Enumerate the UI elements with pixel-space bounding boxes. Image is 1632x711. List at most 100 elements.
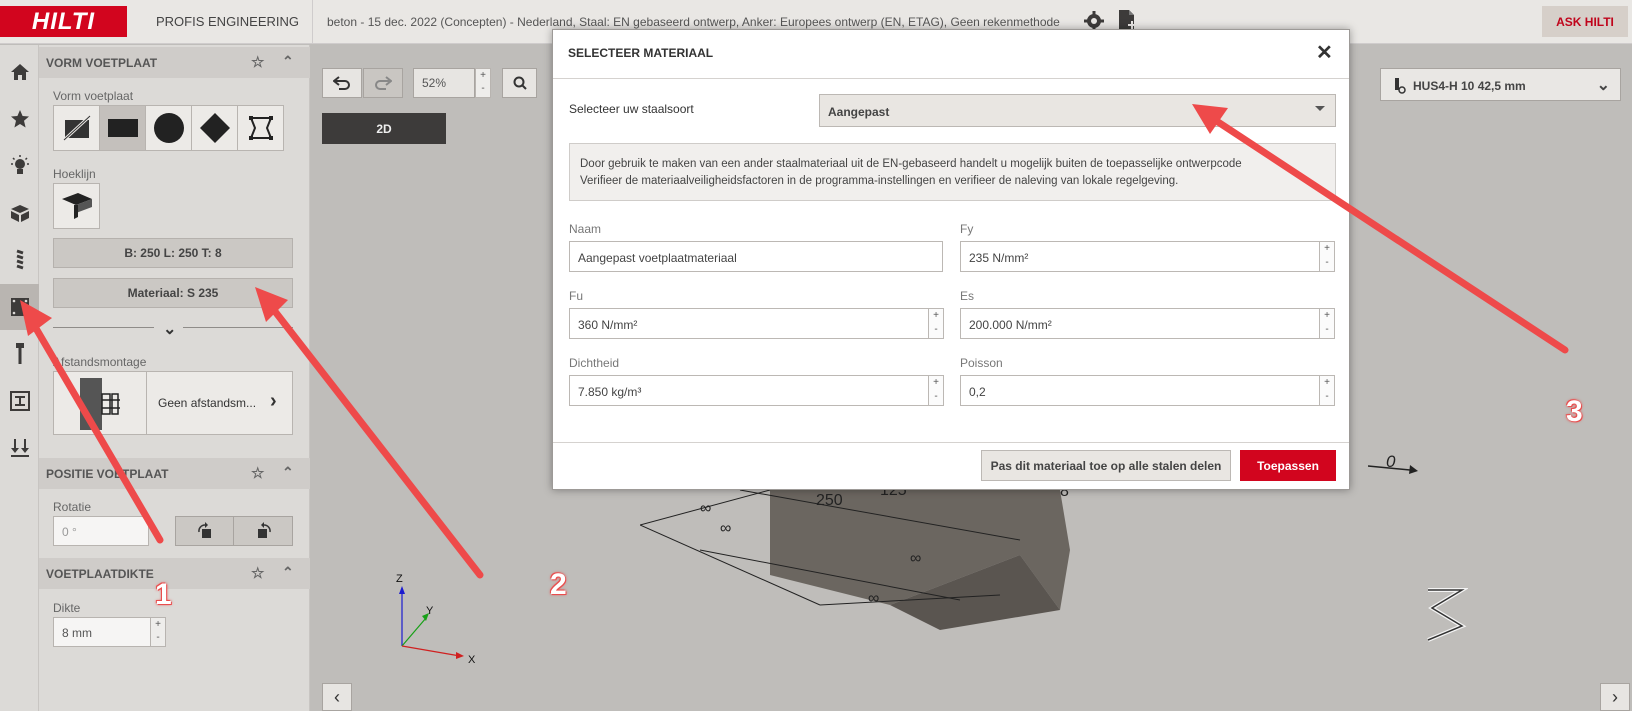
zoom-input[interactable]: 52% [413, 68, 475, 98]
thickness-stepper[interactable]: + - [150, 617, 166, 647]
shape-circle-button[interactable] [145, 105, 192, 151]
density-input[interactable]: 7.850 kg/m³ [569, 375, 929, 406]
undo-icon[interactable] [322, 68, 362, 98]
loads-icon[interactable] [0, 425, 39, 471]
poisson-label: Poisson [960, 356, 1003, 370]
axis-x-label: X [468, 654, 476, 666]
steel-type-select[interactable]: Aangepast [819, 94, 1336, 127]
divider [553, 78, 1349, 79]
zoom-search-icon[interactable] [502, 68, 537, 98]
axis-z-label: Z [396, 573, 403, 585]
collapse-chevron-icon[interactable]: ⌃ [282, 464, 294, 481]
material-button[interactable]: Materiaal: S 235 [53, 278, 293, 308]
close-icon[interactable]: ✕ [1316, 40, 1333, 65]
density-label: Dichtheid [569, 356, 620, 370]
rebar-icon[interactable] [0, 237, 39, 283]
anchor-select[interactable]: HUS4-H 10 42,5 mm ⌄ [1380, 68, 1621, 101]
section-title: POSITIE VOETPLAAT [46, 467, 169, 481]
info-text-line2: Verifieer de materiaalveiligheidsfactore… [580, 175, 1179, 187]
expand-chevron-icon[interactable]: ⌄ [163, 319, 176, 339]
favorite-star-icon[interactable]: ☆ [251, 464, 264, 482]
shape-polygon-button[interactable] [237, 105, 284, 151]
section-header-thickness[interactable]: VOETPLAATDIKTE ☆ ⌃ [39, 558, 310, 589]
divider [183, 327, 293, 328]
annotation-number-3: 3 [1566, 395, 1583, 428]
fu-stepper[interactable]: + - [928, 308, 944, 339]
3d-baseplate-drawing: 125 250 125 35 8 ∞ ∞ ∞ ∞ [640, 471, 1070, 630]
ask-hilti-button[interactable]: ASK HILTI [1542, 6, 1628, 37]
dim-arrow [1368, 465, 1418, 474]
favorite-star-icon[interactable]: ☆ [251, 53, 264, 71]
steel-type-label: Selecteer uw staalsoort [569, 102, 694, 116]
caret-down-icon [1315, 106, 1325, 111]
angle-button[interactable] [53, 183, 100, 229]
rotate-buttons [175, 516, 293, 546]
divider [312, 0, 313, 44]
name-label: Naam [569, 222, 602, 236]
redo-icon[interactable] [363, 68, 403, 98]
anchor-icon[interactable] [0, 331, 39, 377]
chevron-down-icon: ⌄ [1596, 77, 1610, 94]
shape-rectangle-button[interactable] [99, 105, 146, 151]
density-stepper[interactable]: + - [928, 375, 944, 406]
info-box: Door gebruik te maken van een ander staa… [569, 143, 1336, 201]
info-text-line1: Door gebruik te maken van een ander staa… [580, 158, 1242, 170]
rotation-input[interactable]: 0 ° [53, 516, 149, 546]
star-icon[interactable] [0, 96, 39, 142]
chevron-right-icon: › [270, 390, 277, 412]
shape-label: Vorm voetplaat [53, 89, 134, 103]
dim-label: ∞ [700, 500, 711, 517]
home-icon[interactable] [0, 49, 39, 95]
bulb-icon[interactable] [0, 143, 39, 189]
annotation-number-2: 2 [550, 568, 567, 601]
fy-input[interactable]: 235 N/mm² [960, 241, 1320, 272]
standoff-label: Afstandsmontage [53, 355, 147, 369]
chevron-left-icon[interactable]: ‹ [322, 683, 352, 711]
thickness-input[interactable]: 8 mm [53, 617, 151, 647]
section-header-shape[interactable]: VORM VOETPLAAT ☆ ⌃ [39, 47, 310, 78]
cube-icon[interactable] [0, 190, 39, 236]
dim-label: ∞ [910, 550, 921, 567]
hilti-s-logo-icon [1427, 588, 1468, 642]
dimensions-button[interactable]: B: 250 L: 250 T: 8 [53, 238, 293, 268]
apply-button[interactable]: Toepassen [1240, 450, 1336, 481]
apply-to-all-button[interactable]: Pas dit materiaal toe op alle stalen del… [981, 450, 1231, 481]
shape-custom-button[interactable] [53, 105, 100, 151]
poisson-input[interactable]: 0,2 [960, 375, 1320, 406]
section-header-position[interactable]: POSITIE VOETPLAAT ☆ ⌃ [39, 458, 310, 489]
favorite-star-icon[interactable]: ☆ [251, 564, 264, 582]
collapse-chevron-icon[interactable]: ⌃ [282, 564, 294, 581]
profile-icon[interactable] [0, 378, 39, 424]
standoff-icon [54, 372, 147, 434]
fu-input[interactable]: 360 N/mm² [569, 308, 929, 339]
section-title: VORM VOETPLAAT [46, 56, 158, 70]
baseplate-icon[interactable] [0, 284, 39, 330]
dim-label: ∞ [720, 520, 731, 537]
divider [53, 327, 154, 328]
side-panel: VORM VOETPLAAT ☆ ⌃ Vorm voetplaat Hoekli… [39, 45, 310, 711]
collapse-chevron-icon[interactable]: ⌃ [282, 53, 294, 70]
zoom-stepper[interactable]: + - [475, 68, 491, 98]
rotate-left-icon[interactable] [176, 517, 234, 545]
dim-label: ∞ [868, 590, 879, 607]
fy-stepper[interactable]: + - [1319, 241, 1335, 272]
standoff-selector[interactable]: Geen afstandsm... › [53, 371, 293, 435]
anchor-select-value: HUS4-H 10 42,5 mm [1413, 79, 1526, 93]
name-input[interactable]: Aangepast voetplaatmateriaal [569, 241, 943, 272]
view-2d-button[interactable]: 2D [322, 113, 446, 144]
angle-label: Hoeklijn [53, 167, 96, 181]
axis-y-label: Y [426, 605, 434, 617]
project-description: beton - 15 dec. 2022 (Concepten) - Neder… [327, 15, 1060, 29]
shape-diamond-button[interactable] [191, 105, 238, 151]
es-input[interactable]: 200.000 N/mm² [960, 308, 1320, 339]
poisson-stepper[interactable]: + - [1319, 375, 1335, 406]
chevron-right-icon[interactable]: › [1600, 683, 1630, 711]
steel-type-value: Aangepast [828, 105, 890, 119]
select-material-dialog: SELECTEER MATERIAAL ✕ Selecteer uw staal… [552, 29, 1350, 490]
es-stepper[interactable]: + - [1319, 308, 1335, 339]
divider [553, 442, 1349, 443]
rotate-right-icon[interactable] [235, 517, 293, 545]
hilti-logo[interactable]: HILTI [0, 6, 127, 37]
dim-label: 250 [816, 492, 843, 509]
section-title: VOETPLAATDIKTE [46, 567, 154, 581]
